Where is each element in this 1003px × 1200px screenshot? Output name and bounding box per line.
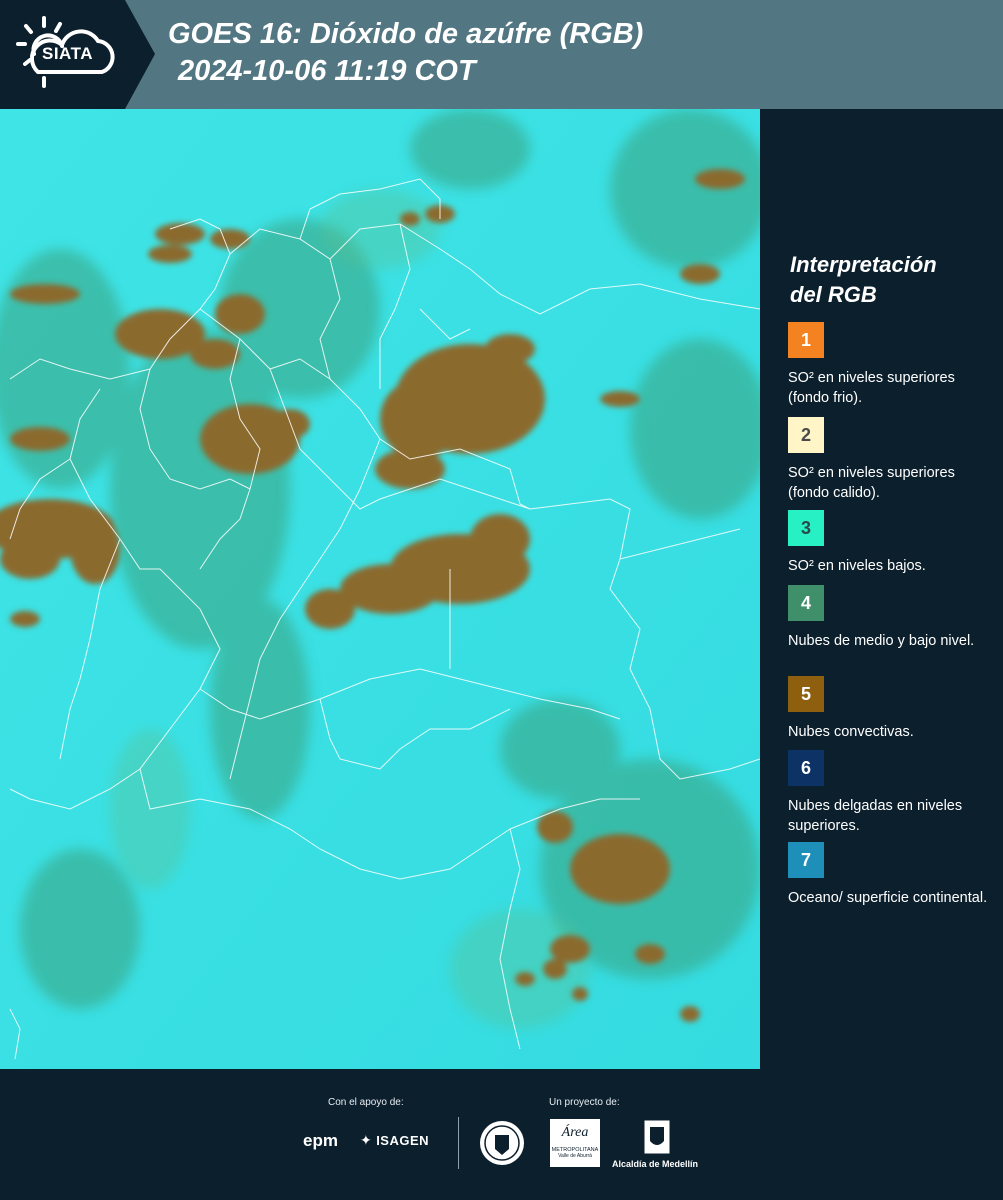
legend-title-line2: del RGB — [790, 282, 877, 307]
legend-panel: Interpretación del RGB 1 SO² en niveles … — [760, 109, 1003, 1069]
legend-swatch: 5 — [788, 676, 824, 712]
footer-divider — [458, 1117, 459, 1169]
legend-item-2: 2 SO² en niveles superiores (fondo calid… — [788, 417, 998, 503]
project-label: Un proyecto de: — [549, 1097, 620, 1108]
logo-text: SIATA — [42, 44, 93, 63]
area-metropolitana-logo: Área METROPOLITANA Valle de Aburrá — [550, 1119, 600, 1167]
legend-label: SO² en niveles bajos. — [788, 558, 926, 574]
medellin-coat-of-arms-icon — [643, 1119, 671, 1155]
area-sub2: Valle de Aburrá — [558, 1153, 592, 1159]
legend-swatch: 2 — [788, 417, 824, 453]
legend-item-1: 1 SO² en niveles superiores (fondo frio)… — [788, 322, 998, 408]
legend-label: Nubes de medio y bajo nivel. — [788, 633, 975, 649]
isagen-icon: ✦ — [360, 1132, 372, 1148]
legend-label: Nubes delgadas en niveles superiores. — [788, 798, 963, 834]
university-seal-icon — [480, 1121, 524, 1165]
legend-item-3: 3 SO² en niveles bajos. — [788, 510, 998, 576]
legend-item-4: 4 Nubes de medio y bajo nivel. — [788, 585, 998, 651]
isagen-logo: ✦ ISAGEN — [360, 1132, 429, 1150]
siata-logo: SIATA — [0, 0, 155, 109]
isagen-text: ISAGEN — [376, 1133, 430, 1148]
legend-label: Oceano/ superficie continental. — [788, 890, 988, 906]
legend-title: Interpretación del RGB — [790, 250, 990, 310]
epm-logo: epm — [303, 1131, 338, 1150]
legend-swatch: 1 — [788, 322, 824, 358]
legend-swatch: 4 — [788, 585, 824, 621]
legend-title-line1: Interpretación — [790, 252, 937, 277]
legend-label: SO² en niveles superiores (fondo calido)… — [788, 465, 955, 501]
title-product: GOES 16: Dióxido de azúfre (RGB) — [168, 18, 644, 50]
satellite-map[interactable] — [0, 109, 760, 1069]
legend-swatch: 6 — [788, 750, 824, 786]
header-bar: SIATA GOES 16: Dióxido de azúfre (RGB) 2… — [0, 0, 1003, 109]
legend-item-5: 5 Nubes convectivas. — [788, 676, 998, 742]
alcaldia-text: Alcaldía de Medellín — [612, 1159, 699, 1169]
support-label: Con el apoyo de: — [328, 1097, 404, 1108]
legend-swatch: 7 — [788, 842, 824, 878]
page-title: GOES 16: Dióxido de azúfre (RGB) 2024-10… — [168, 16, 643, 90]
legend-label: SO² en niveles superiores (fondo frio). — [788, 370, 955, 406]
legend-swatch: 3 — [788, 510, 824, 546]
area-name: Área — [561, 1125, 589, 1140]
title-timestamp: 2024-10-06 11:19 COT — [178, 55, 476, 87]
legend-item-7: 7 Oceano/ superficie continental. — [788, 842, 998, 908]
footer: Con el apoyo de: Un proyecto de: epm ✦ I… — [0, 1069, 1003, 1200]
legend-item-6: 6 Nubes delgadas en niveles superiores. — [788, 750, 998, 836]
legend-label: Nubes convectivas. — [788, 724, 914, 740]
map-imagery — [0, 109, 760, 1069]
